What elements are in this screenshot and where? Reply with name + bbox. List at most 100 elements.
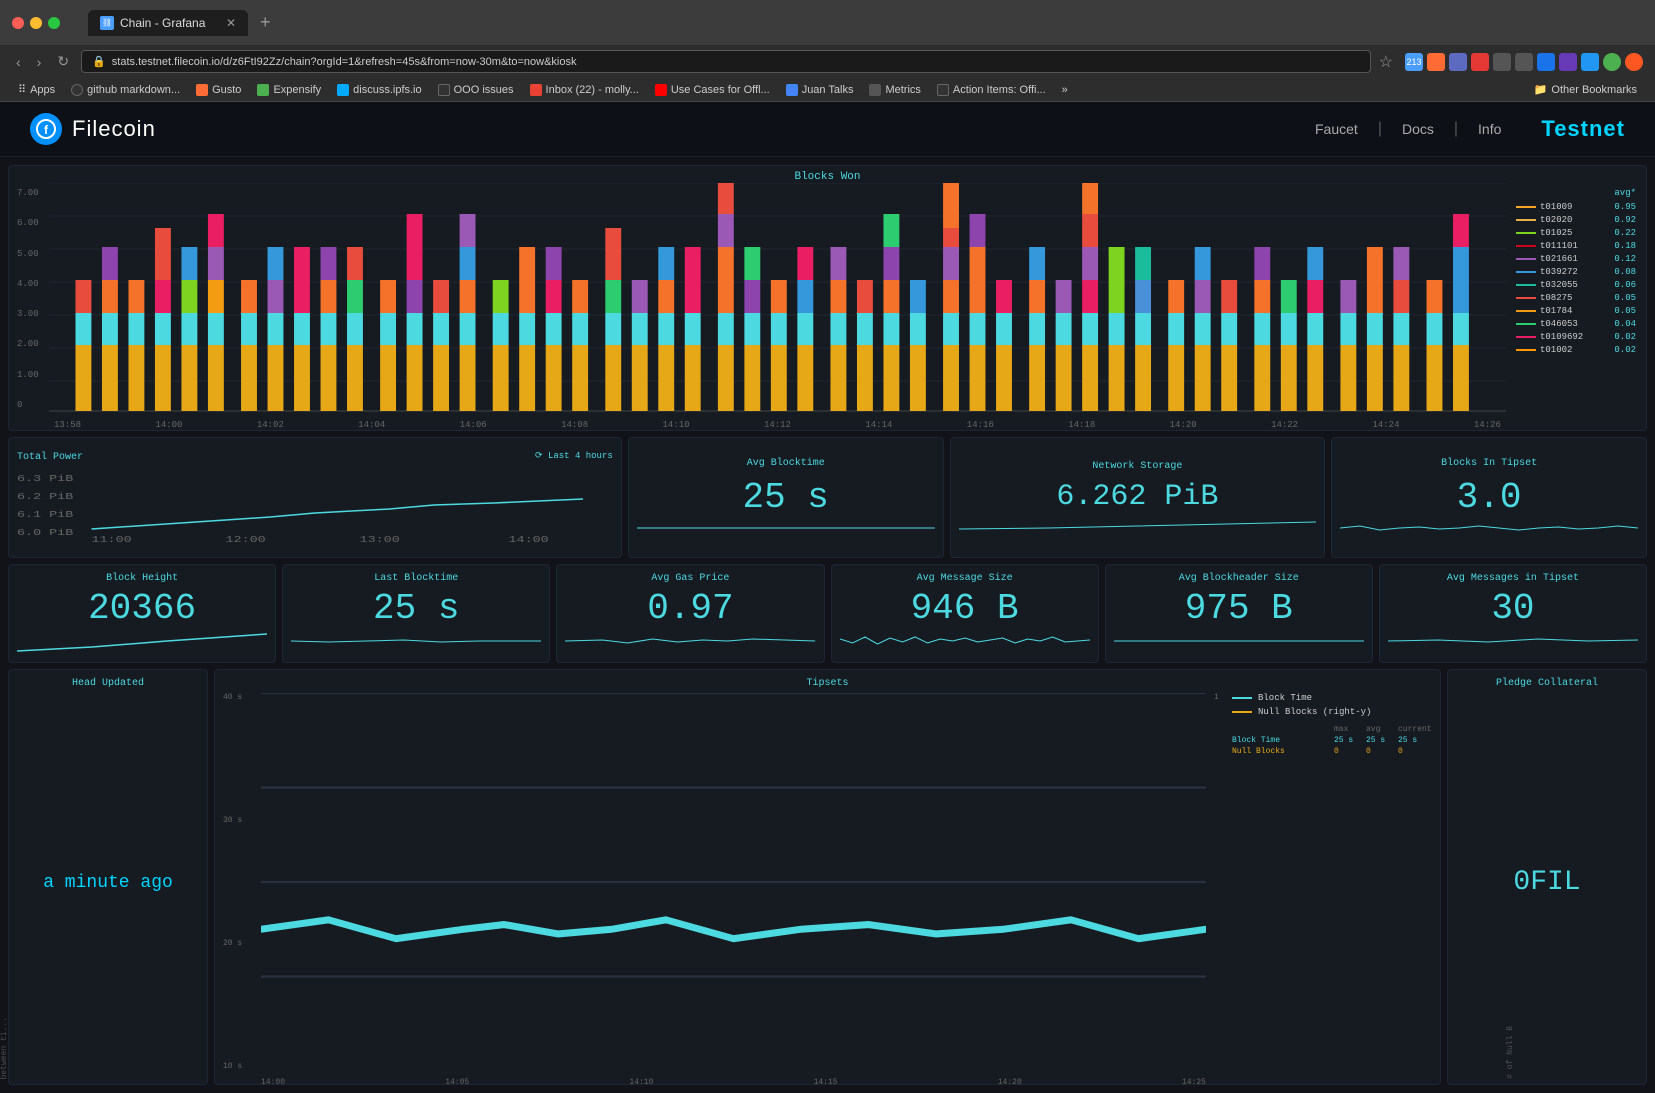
back-button[interactable]: ‹ — [12, 50, 25, 74]
ext-icon4[interactable] — [1471, 53, 1489, 71]
bookmark-discuss[interactable]: discuss.ipfs.io — [331, 82, 427, 98]
network-storage-sparkline — [959, 514, 1316, 534]
total-power-title: Total Power — [17, 446, 83, 465]
ext-icon7[interactable] — [1537, 53, 1555, 71]
tipsets-chart: 14:00 14:05 14:10 14:15 14:20 14:25 — [261, 693, 1206, 1071]
active-tab[interactable]: ⛓ Chain - Grafana ✕ — [88, 10, 248, 36]
bookmark-more[interactable]: » — [1056, 82, 1074, 98]
ooo-icon — [438, 84, 450, 96]
svg-text:6.1 PiB: 6.1 PiB — [17, 511, 73, 520]
total-power-panel: Total Power ⟳ Last 4 hours 6.3 PiB 6.2 P… — [8, 437, 622, 558]
svg-text:6.3 PiB: 6.3 PiB — [17, 475, 73, 484]
bookmark-action[interactable]: Action Items: Offi... — [931, 82, 1052, 98]
expensify-icon — [257, 84, 269, 96]
fullscreen-button[interactable] — [48, 17, 60, 29]
tab-close-button[interactable]: ✕ — [226, 16, 236, 30]
ext-avatar2[interactable] — [1625, 53, 1643, 71]
ext-icon5[interactable] — [1493, 53, 1511, 71]
legend-item: t08275 0.05 — [1516, 293, 1636, 303]
tipsets-content: 40 s 30 s 20 s 10 s — [223, 693, 1432, 1071]
blocks-won-content: 7.00 6.00 5.00 4.00 3.00 2.00 1.00 0 — [9, 183, 1646, 430]
legend-item: t01002 0.02 — [1516, 345, 1636, 355]
ext-icon6[interactable] — [1515, 53, 1533, 71]
tipsets-y-left: 40 s 30 s 20 s 10 s — [223, 693, 253, 1071]
pledge-collateral-title: Pledge Collateral — [1496, 678, 1598, 689]
block-height-sparkline — [17, 629, 267, 654]
ext-avatar[interactable] — [1603, 53, 1621, 71]
stats-row-1: Total Power ⟳ Last 4 hours 6.3 PiB 6.2 P… — [8, 437, 1647, 558]
bookmark-inbox[interactable]: Inbox (22) - molly... — [524, 82, 645, 98]
network-storage-value: 6.262 PiB — [1056, 480, 1218, 514]
url-bar[interactable]: 🔒 stats.testnet.filecoin.io/d/z6FtI92Zz/… — [81, 50, 1371, 73]
bookmark-youtube[interactable]: Use Cases for Offl... — [649, 82, 776, 98]
docs-link[interactable]: Docs — [1402, 121, 1434, 137]
traffic-lights — [12, 17, 60, 29]
refresh-button[interactable]: ↻ — [53, 49, 73, 74]
bookmark-star[interactable]: ☆ — [1379, 52, 1393, 72]
bookmark-github[interactable]: github markdown... — [65, 82, 186, 98]
svg-text:14:00: 14:00 — [509, 536, 549, 544]
y-axis: 7.00 6.00 5.00 4.00 3.00 2.00 1.00 0 — [9, 183, 49, 430]
total-power-header: Total Power ⟳ Last 4 hours — [17, 446, 613, 465]
forward-button[interactable]: › — [33, 50, 46, 74]
ext-icon2[interactable] — [1427, 53, 1445, 71]
faucet-link[interactable]: Faucet — [1315, 121, 1358, 137]
app-title: Filecoin — [72, 116, 156, 142]
inbox-icon — [530, 84, 542, 96]
tipsets-x-axis: 14:00 14:05 14:10 14:15 14:20 14:25 — [261, 1078, 1206, 1085]
svg-text:f: f — [44, 123, 49, 137]
blocks-won-panel: Blocks Won 7.00 6.00 5.00 4.00 3.00 2.00… — [8, 165, 1647, 431]
legend-item: t032055 0.06 — [1516, 280, 1636, 290]
avg-message-size-panel: Avg Message Size 946 B — [831, 564, 1099, 663]
filecoin-logo: f Filecoin — [30, 113, 156, 145]
ext-icon3[interactable] — [1449, 53, 1467, 71]
avg-messages-tipset-panel: Avg Messages in Tipset 30 — [1379, 564, 1647, 663]
blocks-tipset-sparkline — [1340, 518, 1638, 538]
avg-blockheader-size-panel: Avg Blockheader Size 975 B — [1105, 564, 1373, 663]
last-blocktime-value: 25 s — [291, 588, 541, 629]
bookmark-expensify[interactable]: Expensify — [251, 82, 327, 98]
close-button[interactable] — [12, 17, 24, 29]
block-height-panel: Block Height 20366 — [8, 564, 276, 663]
block-height-value: 20366 — [17, 588, 267, 629]
metrics-icon — [869, 84, 881, 96]
avg-blocktime-panel: Avg Blocktime 25 s — [628, 437, 944, 558]
avg-gas-price-title: Avg Gas Price — [565, 573, 815, 584]
legend-color — [1516, 310, 1536, 312]
minimize-button[interactable] — [30, 17, 42, 29]
app-nav: Faucet | Docs | Info Testnet — [1315, 116, 1625, 142]
tipsets-panel: Tipsets 40 s 30 s 20 s 10 s — [214, 669, 1441, 1085]
chart-legend: avg* t01009 0.95 t02020 0.92 — [1506, 183, 1646, 430]
info-link[interactable]: Info — [1478, 121, 1501, 137]
legend-item: t0109692 0.02 — [1516, 332, 1636, 342]
blocks-won-title: Blocks Won — [9, 166, 1646, 183]
stats-row-3: Head Updated a minute ago Tipsets 40 s 3… — [8, 669, 1647, 1085]
ext-icon8[interactable] — [1559, 53, 1577, 71]
tipsets-table: max avg current Block Time 25 s 25 s 25 … — [1232, 725, 1432, 756]
legend-color — [1516, 245, 1536, 247]
bookmark-ooo[interactable]: OOO issues — [432, 82, 520, 98]
new-tab-button[interactable]: + — [252, 8, 279, 37]
avg-gas-price-value: 0.97 — [565, 588, 815, 629]
block-height-title: Block Height — [17, 573, 267, 584]
avg-messages-tipset-title: Avg Messages in Tipset — [1388, 573, 1638, 584]
tab-favicon: ⛓ — [100, 16, 114, 30]
bar-chart-svg — [49, 183, 1506, 413]
bookmark-juan[interactable]: Juan Talks — [780, 82, 860, 98]
legend-color — [1516, 206, 1536, 208]
tipsets-legend-nullblocks: Null Blocks (right-y) — [1232, 707, 1432, 717]
avg-gas-price-sparkline — [565, 629, 815, 654]
bookmark-other-bookmarks[interactable]: 📁 Other Bookmarks — [1528, 81, 1643, 98]
legend-items: t01009 0.95 t02020 0.92 t01025 0.22 — [1516, 202, 1636, 355]
head-updated-title: Head Updated — [72, 678, 144, 689]
legend-item: t021661 0.12 — [1516, 254, 1636, 264]
avg-blocktime-title: Avg Blocktime — [747, 458, 825, 469]
head-updated-panel: Head Updated a minute ago — [8, 669, 208, 1085]
gusto-icon — [196, 84, 208, 96]
bookmark-apps[interactable]: ⠿ Apps — [12, 81, 61, 98]
legend-color — [1516, 323, 1536, 325]
bookmark-metrics[interactable]: Metrics — [863, 82, 926, 98]
ext-icon[interactable]: 213 — [1405, 53, 1423, 71]
bookmark-gusto[interactable]: Gusto — [190, 82, 247, 98]
ext-icon9[interactable] — [1581, 53, 1599, 71]
